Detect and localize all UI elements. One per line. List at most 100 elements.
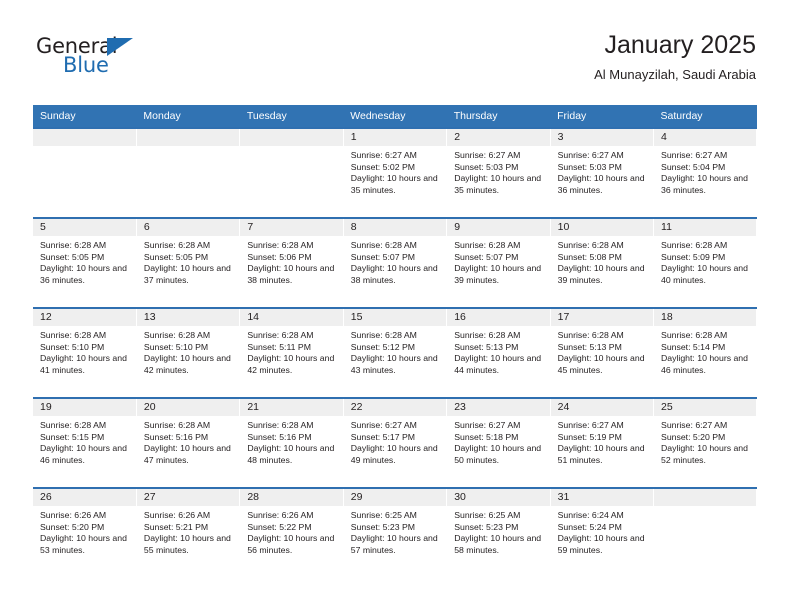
calendar-day-cell[interactable]: 11 Sunrise: 6:28 AM Sunset: 5:09 PM Dayl… [653, 218, 758, 308]
day-number: 15 [343, 309, 447, 326]
calendar-day-cell[interactable]: 5 Sunrise: 6:28 AM Sunset: 5:05 PM Dayli… [33, 218, 137, 308]
day-number: 1 [343, 129, 447, 146]
day-number [136, 129, 240, 146]
day-details: Sunrise: 6:25 AM Sunset: 5:23 PM Dayligh… [454, 510, 542, 555]
calendar-day-cell[interactable]: 7 Sunrise: 6:28 AM Sunset: 5:06 PM Dayli… [239, 218, 344, 308]
calendar-week-row: 1 Sunrise: 6:27 AM Sunset: 5:02 PM Dayli… [33, 128, 758, 218]
calendar-day-cell[interactable]: 27 Sunrise: 6:26 AM Sunset: 5:21 PM Dayl… [136, 488, 241, 577]
calendar-day-cell[interactable]: 8 Sunrise: 6:28 AM Sunset: 5:07 PM Dayli… [343, 218, 448, 308]
day-number [33, 129, 136, 146]
day-number: 11 [654, 219, 757, 236]
calendar-day-cell[interactable] [653, 488, 758, 577]
day-details: Sunrise: 6:27 AM Sunset: 5:17 PM Dayligh… [350, 420, 438, 465]
calendar-day-cell[interactable]: 24 Sunrise: 6:27 AM Sunset: 5:19 PM Dayl… [550, 398, 655, 488]
day-number: 29 [343, 489, 447, 506]
calendar-day-cell[interactable]: 15 Sunrise: 6:28 AM Sunset: 5:12 PM Dayl… [343, 308, 448, 398]
day-details: Sunrise: 6:27 AM Sunset: 5:03 PM Dayligh… [454, 150, 542, 195]
day-number: 28 [240, 489, 343, 506]
calendar-day-cell[interactable]: 17 Sunrise: 6:28 AM Sunset: 5:13 PM Dayl… [550, 308, 655, 398]
day-number: 2 [447, 129, 550, 146]
calendar-page: General Blue January 2025 Al Munayzilah,… [0, 0, 792, 612]
day-number: 18 [654, 309, 757, 326]
calendar-day-cell[interactable]: 30 Sunrise: 6:25 AM Sunset: 5:23 PM Dayl… [446, 488, 551, 577]
day-details: Sunrise: 6:28 AM Sunset: 5:11 PM Dayligh… [247, 330, 335, 375]
calendar-day-cell[interactable]: 13 Sunrise: 6:28 AM Sunset: 5:10 PM Dayl… [136, 308, 241, 398]
day-details: Sunrise: 6:25 AM Sunset: 5:23 PM Dayligh… [350, 510, 438, 555]
day-details: Sunrise: 6:28 AM Sunset: 5:13 PM Dayligh… [557, 330, 645, 375]
day-details: Sunrise: 6:27 AM Sunset: 5:19 PM Dayligh… [557, 420, 645, 465]
calendar-day-cell[interactable]: 12 Sunrise: 6:28 AM Sunset: 5:10 PM Dayl… [33, 308, 137, 398]
calendar-day-cell[interactable]: 9 Sunrise: 6:28 AM Sunset: 5:07 PM Dayli… [446, 218, 551, 308]
calendar-day-cell[interactable]: 26 Sunrise: 6:26 AM Sunset: 5:20 PM Dayl… [33, 488, 137, 577]
weekday-header-thursday: Thursday [446, 105, 551, 128]
weekday-header-wednesday: Wednesday [343, 105, 447, 128]
calendar-day-cell[interactable]: 28 Sunrise: 6:26 AM Sunset: 5:22 PM Dayl… [239, 488, 344, 577]
day-number: 10 [550, 219, 654, 236]
calendar-day-cell[interactable]: 20 Sunrise: 6:28 AM Sunset: 5:16 PM Dayl… [136, 398, 241, 488]
calendar-day-cell[interactable]: 16 Sunrise: 6:28 AM Sunset: 5:13 PM Dayl… [446, 308, 551, 398]
weekday-header-saturday: Saturday [653, 105, 757, 128]
day-details: Sunrise: 6:28 AM Sunset: 5:08 PM Dayligh… [557, 240, 645, 285]
day-number: 23 [447, 399, 550, 416]
day-details: Sunrise: 6:28 AM Sunset: 5:14 PM Dayligh… [661, 330, 748, 375]
day-number: 8 [343, 219, 447, 236]
calendar-day-cell[interactable]: 4 Sunrise: 6:27 AM Sunset: 5:04 PM Dayli… [653, 128, 758, 218]
day-details: Sunrise: 6:28 AM Sunset: 5:16 PM Dayligh… [143, 420, 231, 465]
day-details: Sunrise: 6:28 AM Sunset: 5:09 PM Dayligh… [661, 240, 748, 285]
calendar-day-cell[interactable]: 29 Sunrise: 6:25 AM Sunset: 5:23 PM Dayl… [343, 488, 448, 577]
day-details: Sunrise: 6:28 AM Sunset: 5:10 PM Dayligh… [143, 330, 231, 375]
day-details: Sunrise: 6:27 AM Sunset: 5:18 PM Dayligh… [454, 420, 542, 465]
calendar-header-row: Sunday Monday Tuesday Wednesday Thursday… [33, 105, 757, 128]
day-number: 19 [33, 399, 136, 416]
day-number: 20 [136, 399, 240, 416]
calendar-day-cell[interactable]: 19 Sunrise: 6:28 AM Sunset: 5:15 PM Dayl… [33, 398, 137, 488]
calendar-day-cell[interactable] [136, 128, 241, 218]
day-number: 4 [654, 129, 757, 146]
day-number: 3 [550, 129, 654, 146]
day-details: Sunrise: 6:26 AM Sunset: 5:22 PM Dayligh… [247, 510, 335, 555]
calendar-day-cell[interactable]: 6 Sunrise: 6:28 AM Sunset: 5:05 PM Dayli… [136, 218, 241, 308]
calendar-day-cell[interactable] [239, 128, 344, 218]
calendar-day-cell[interactable]: 22 Sunrise: 6:27 AM Sunset: 5:17 PM Dayl… [343, 398, 448, 488]
day-details: Sunrise: 6:28 AM Sunset: 5:07 PM Dayligh… [454, 240, 542, 285]
weekday-header-monday: Monday [136, 105, 240, 128]
calendar-day-cell[interactable]: 2 Sunrise: 6:27 AM Sunset: 5:03 PM Dayli… [446, 128, 551, 218]
day-details: Sunrise: 6:28 AM Sunset: 5:13 PM Dayligh… [454, 330, 542, 375]
day-details: Sunrise: 6:28 AM Sunset: 5:05 PM Dayligh… [143, 240, 231, 285]
page-title: January 2025 [604, 31, 756, 59]
page-header: General Blue January 2025 Al Munayzilah,… [0, 0, 792, 103]
calendar-day-cell[interactable]: 3 Sunrise: 6:27 AM Sunset: 5:03 PM Dayli… [550, 128, 655, 218]
calendar-day-cell[interactable]: 18 Sunrise: 6:28 AM Sunset: 5:14 PM Dayl… [653, 308, 758, 398]
day-number: 5 [33, 219, 136, 236]
calendar-day-cell[interactable]: 1 Sunrise: 6:27 AM Sunset: 5:02 PM Dayli… [343, 128, 448, 218]
general-blue-logo[interactable]: General Blue [36, 36, 176, 84]
day-details: Sunrise: 6:27 AM Sunset: 5:04 PM Dayligh… [661, 150, 748, 195]
day-details: Sunrise: 6:28 AM Sunset: 5:15 PM Dayligh… [40, 420, 127, 465]
calendar-week-row: 19 Sunrise: 6:28 AM Sunset: 5:15 PM Dayl… [33, 398, 758, 488]
day-number: 22 [343, 399, 447, 416]
calendar-day-cell[interactable]: 14 Sunrise: 6:28 AM Sunset: 5:11 PM Dayl… [239, 308, 344, 398]
day-details: Sunrise: 6:27 AM Sunset: 5:20 PM Dayligh… [661, 420, 748, 465]
calendar-day-cell[interactable]: 25 Sunrise: 6:27 AM Sunset: 5:20 PM Dayl… [653, 398, 758, 488]
weekday-header-friday: Friday [550, 105, 654, 128]
day-number: 24 [550, 399, 654, 416]
calendar-day-cell[interactable] [33, 128, 137, 218]
calendar-day-cell[interactable]: 21 Sunrise: 6:28 AM Sunset: 5:16 PM Dayl… [239, 398, 344, 488]
day-details: Sunrise: 6:28 AM Sunset: 5:10 PM Dayligh… [40, 330, 127, 375]
day-details: Sunrise: 6:27 AM Sunset: 5:02 PM Dayligh… [350, 150, 438, 195]
day-number: 25 [654, 399, 757, 416]
day-details: Sunrise: 6:28 AM Sunset: 5:05 PM Dayligh… [40, 240, 127, 285]
day-number: 17 [550, 309, 654, 326]
calendar-week-row: 12 Sunrise: 6:28 AM Sunset: 5:10 PM Dayl… [33, 308, 758, 398]
calendar-day-cell[interactable]: 23 Sunrise: 6:27 AM Sunset: 5:18 PM Dayl… [446, 398, 551, 488]
calendar-week-row: 26 Sunrise: 6:26 AM Sunset: 5:20 PM Dayl… [33, 488, 758, 577]
day-details: Sunrise: 6:26 AM Sunset: 5:21 PM Dayligh… [143, 510, 231, 555]
day-details: Sunrise: 6:24 AM Sunset: 5:24 PM Dayligh… [557, 510, 645, 555]
logo-triangle-icon [107, 38, 133, 56]
day-details: Sunrise: 6:28 AM Sunset: 5:12 PM Dayligh… [350, 330, 438, 375]
day-number: 31 [550, 489, 654, 506]
calendar-day-cell[interactable]: 10 Sunrise: 6:28 AM Sunset: 5:08 PM Dayl… [550, 218, 655, 308]
calendar-day-cell[interactable]: 31 Sunrise: 6:24 AM Sunset: 5:24 PM Dayl… [550, 488, 655, 577]
day-number: 13 [136, 309, 240, 326]
calendar-body: 1 Sunrise: 6:27 AM Sunset: 5:02 PM Dayli… [33, 128, 758, 577]
